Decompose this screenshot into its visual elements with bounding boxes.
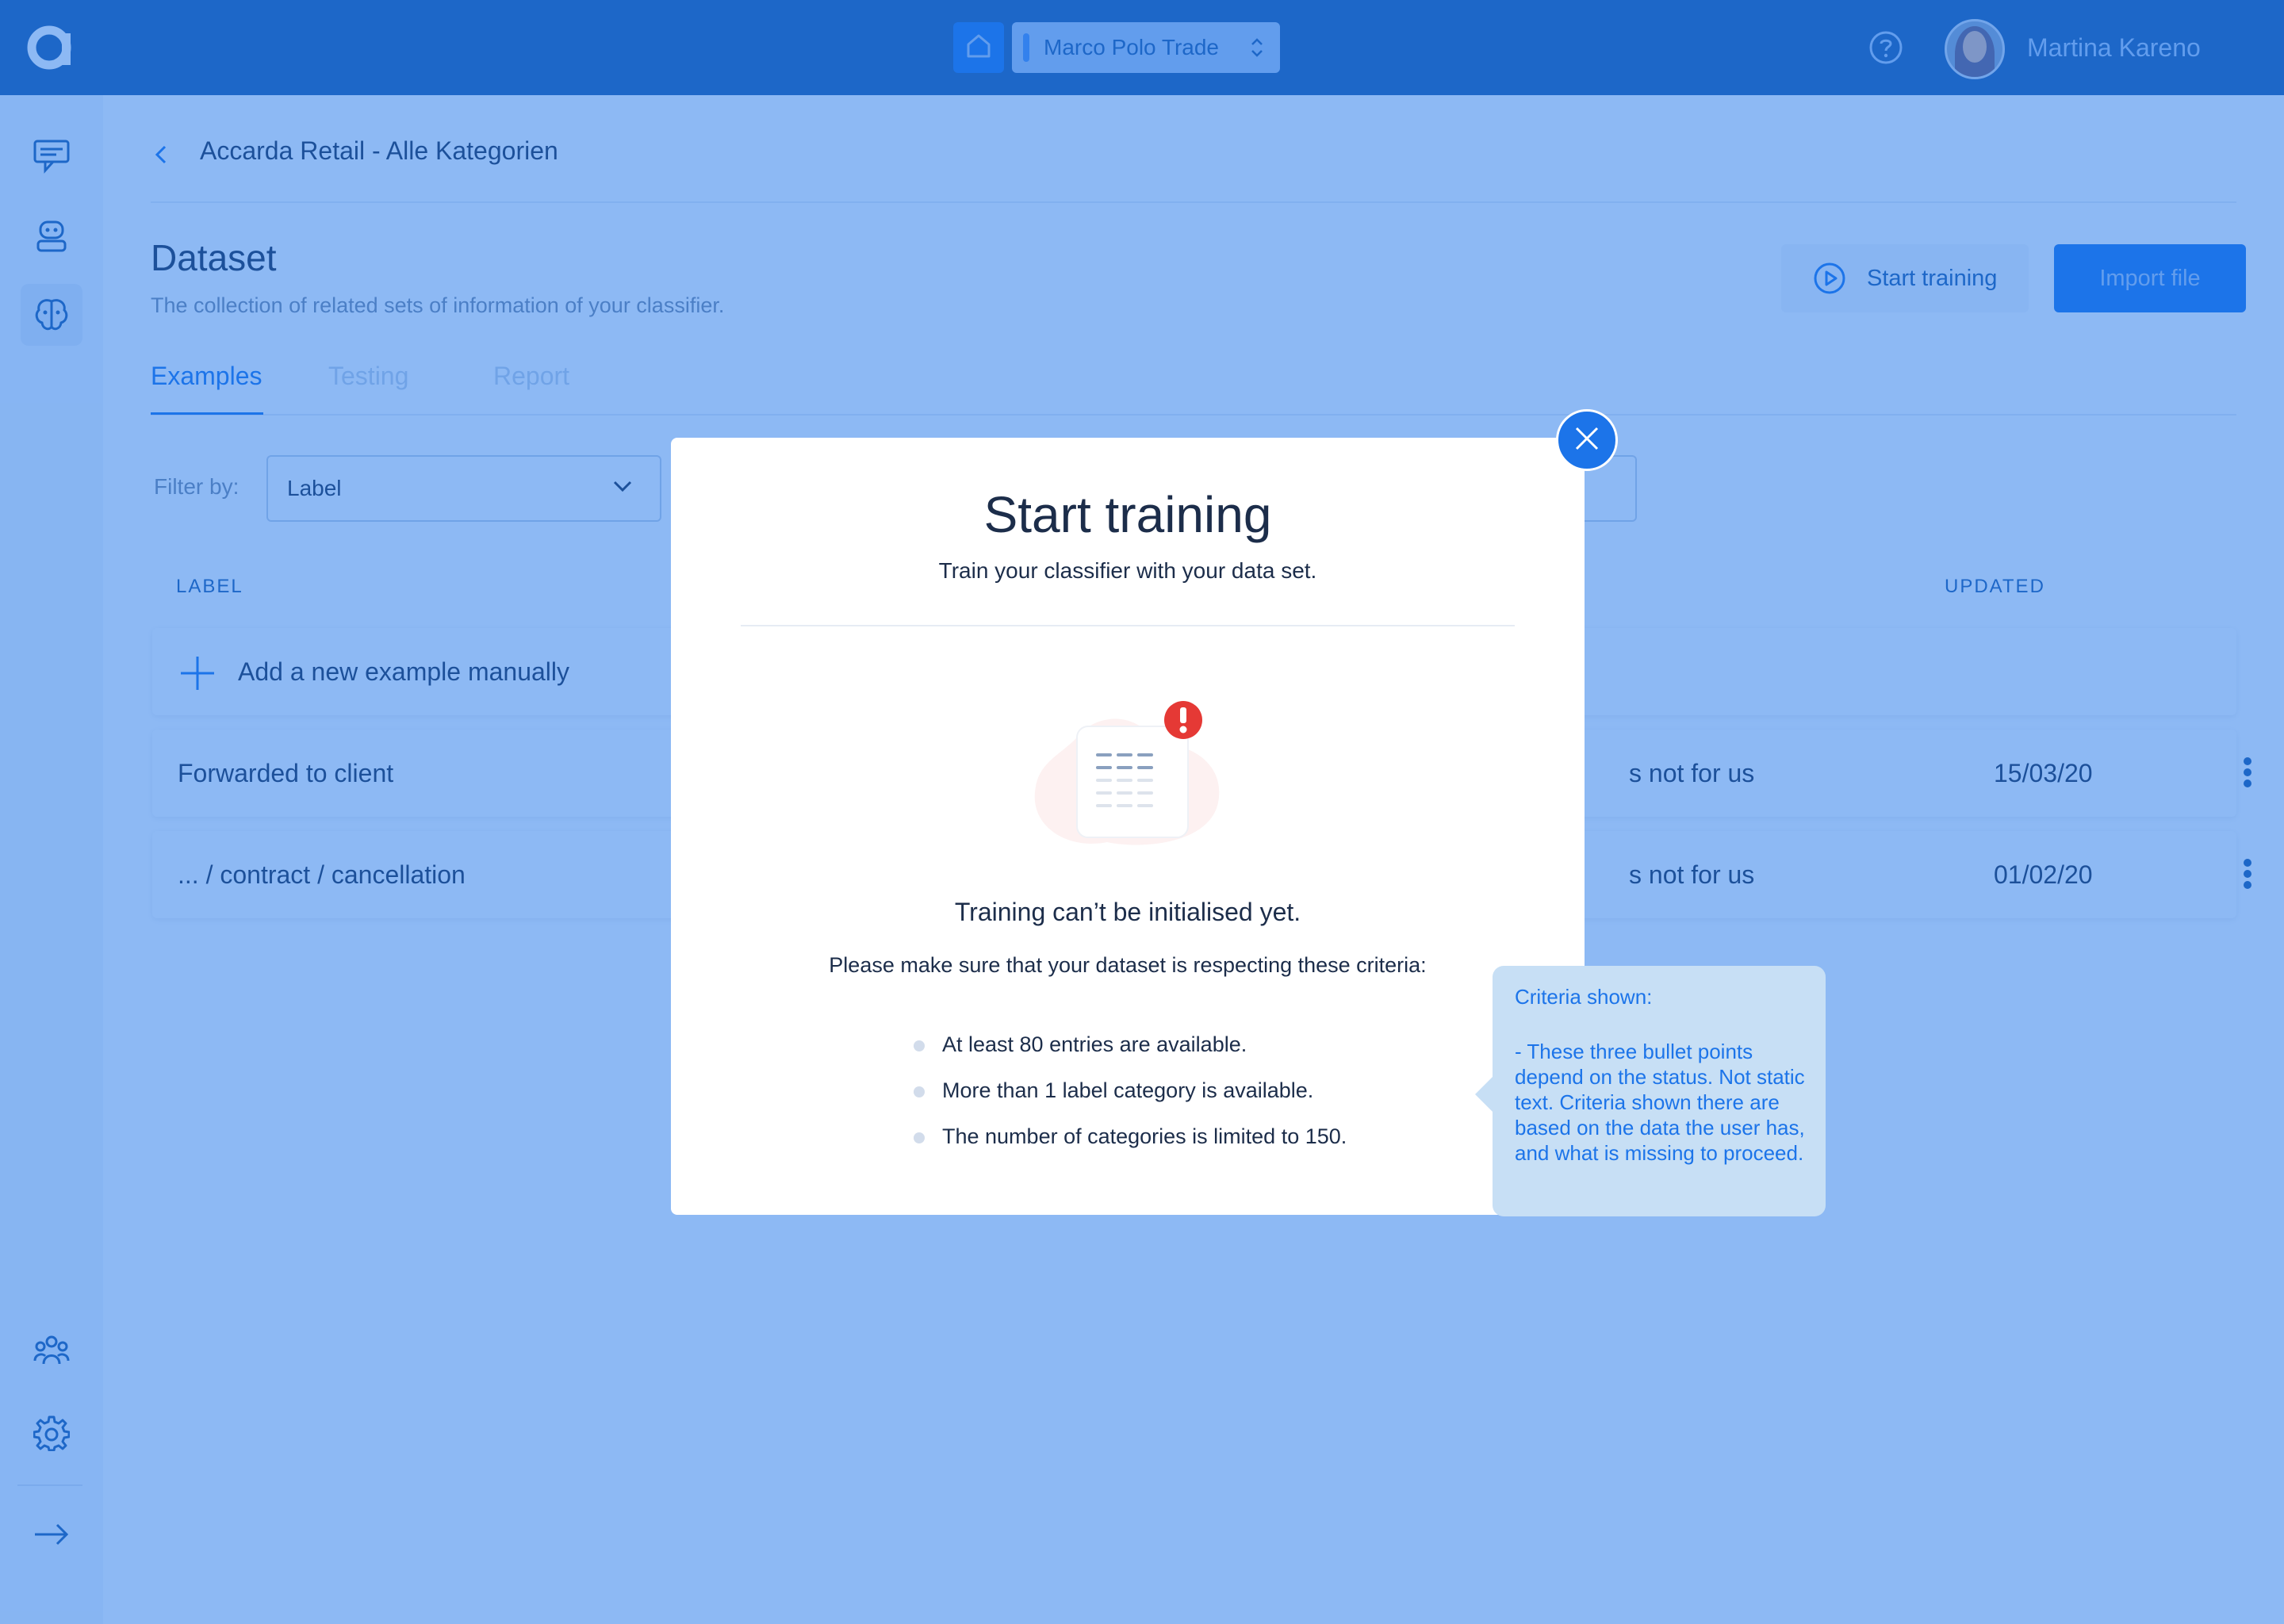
criteria-text: More than 1 label category is available. bbox=[942, 1078, 1314, 1102]
modal-close-button[interactable] bbox=[1556, 409, 1618, 471]
start-training-modal: Start training Train your classifier wit… bbox=[671, 438, 1585, 1215]
close-icon bbox=[1573, 425, 1600, 456]
modal-criteria-intro: Please make sure that your dataset is re… bbox=[829, 953, 1427, 977]
annotation-heading: Criteria shown: bbox=[1515, 985, 1653, 1009]
modal-subtitle: Train your classifier with your data set… bbox=[938, 558, 1317, 583]
dataset-warning-illustration bbox=[1028, 691, 1234, 866]
criteria-text: At least 80 entries are available. bbox=[942, 1032, 1247, 1056]
bullet-icon bbox=[914, 1040, 925, 1051]
annotation-body: - These three bullet points depend on th… bbox=[1515, 1040, 1805, 1165]
modal-divider bbox=[741, 625, 1515, 626]
modal-title: Start training bbox=[983, 486, 1272, 543]
modal-message: Training can’t be initialised yet. bbox=[954, 898, 1301, 926]
bullet-icon bbox=[914, 1086, 925, 1097]
bullet-icon bbox=[914, 1132, 925, 1143]
criteria-text: The number of categories is limited to 1… bbox=[942, 1124, 1347, 1148]
annotation-callout: Criteria shown: - These three bullet poi… bbox=[1475, 966, 1826, 1216]
app: Marco Polo Trade Martina Kareno bbox=[0, 0, 2284, 1624]
